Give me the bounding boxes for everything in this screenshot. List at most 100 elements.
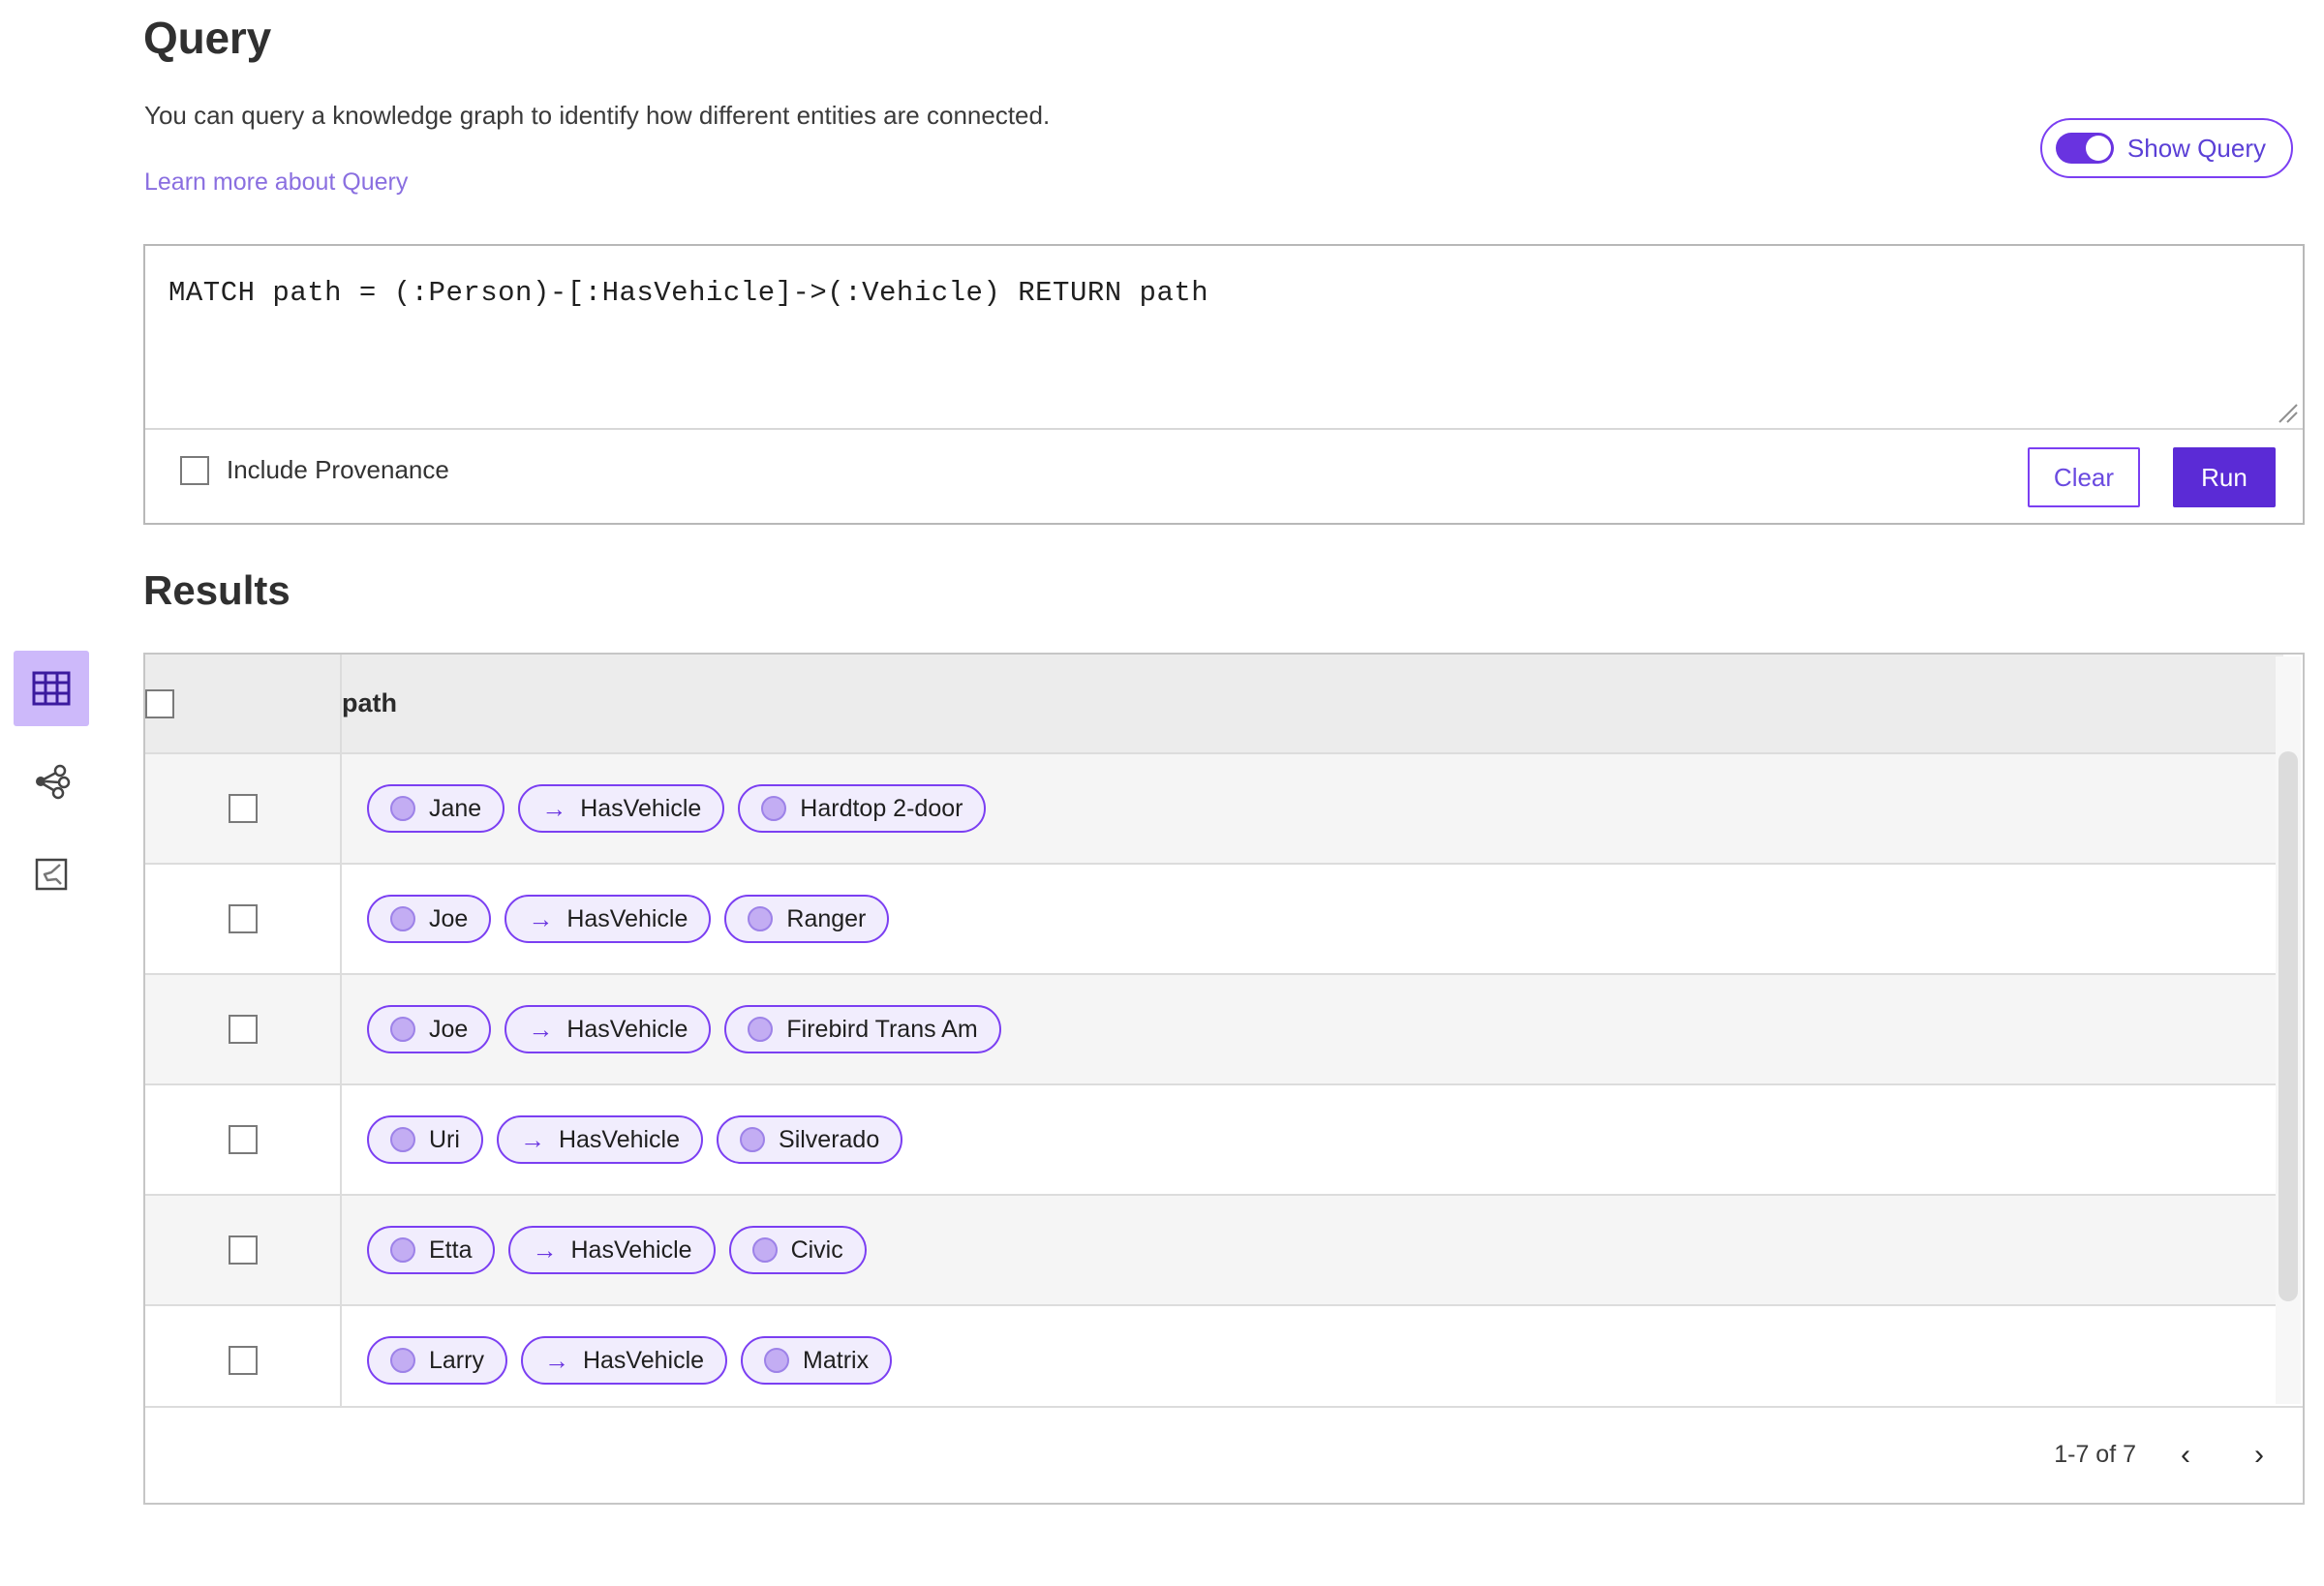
map-icon: [35, 858, 68, 891]
toggle-switch[interactable]: [2055, 133, 2114, 164]
show-query-toggle[interactable]: Show Query: [2039, 118, 2293, 178]
node-circle-icon: [748, 1017, 774, 1042]
table-row[interactable]: Joe → HasVehicle Ranger: [145, 864, 2283, 975]
node-circle-icon: [390, 906, 415, 931]
subject-node-chip-label: Joe: [429, 904, 469, 932]
table-row[interactable]: Joe → HasVehicle Firebird Trans Am: [145, 974, 2283, 1085]
sidebar-item-view-graph[interactable]: [14, 744, 89, 819]
path-cell: Larry → HasVehicle Matrix: [341, 1305, 2283, 1406]
show-query-label: Show Query: [2126, 133, 2266, 163]
query-editor-card: MATCH path = (:Person)-[:HasVehicle]->(:…: [143, 244, 2305, 525]
relationship-chip[interactable]: → HasVehicle: [505, 1005, 712, 1053]
relationship-chip[interactable]: → HasVehicle: [518, 784, 725, 833]
sidebar-item-view-map[interactable]: [14, 837, 89, 912]
node-circle-icon: [390, 1017, 415, 1042]
include-provenance-row[interactable]: Include Provenance: [180, 455, 449, 485]
row-checkbox[interactable]: [228, 1346, 258, 1375]
object-node-chip[interactable]: Ranger: [724, 895, 890, 943]
page-title: Query: [143, 13, 271, 63]
subject-node-chip-label: Uri: [429, 1125, 460, 1153]
node-circle-icon: [390, 796, 415, 821]
select-all-checkbox[interactable]: [145, 689, 174, 719]
previous-page-button[interactable]: ‹: [2159, 1429, 2212, 1481]
path-cell: Joe → HasVehicle Ranger: [341, 864, 2283, 975]
table-row[interactable]: Jane → HasVehicle Hardtop 2-door: [145, 753, 2283, 865]
select-all-header-cell: [145, 655, 342, 754]
relationship-chip[interactable]: → HasVehicle: [520, 1336, 728, 1385]
run-button[interactable]: Run: [2173, 447, 2276, 507]
table-row[interactable]: Larry → HasVehicle Matrix: [145, 1305, 2283, 1406]
query-page: Query You can query a knowledge graph to…: [0, 0, 2324, 1586]
subject-node-chip[interactable]: Joe: [367, 1005, 492, 1053]
subject-node-chip[interactable]: Etta: [367, 1226, 496, 1274]
object-node-chip-label: Firebird Trans Am: [786, 1015, 978, 1043]
row-checkbox[interactable]: [228, 1235, 258, 1265]
row-checkbox[interactable]: [228, 794, 258, 823]
subject-node-chip-label: Jane: [429, 794, 482, 822]
object-node-chip-label: Silverado: [779, 1125, 880, 1153]
query-input[interactable]: MATCH path = (:Person)-[:HasVehicle]->(:…: [145, 246, 2303, 430]
next-page-button[interactable]: ›: [2233, 1429, 2285, 1481]
resize-handle-icon[interactable]: [2274, 399, 2299, 424]
node-circle-icon: [740, 1127, 766, 1152]
subject-node-chip[interactable]: Jane: [367, 784, 505, 833]
row-select-cell: [145, 1195, 342, 1306]
table-icon: [32, 671, 71, 706]
relationship-chip[interactable]: → HasVehicle: [505, 895, 712, 943]
row-select-cell: [145, 974, 342, 1085]
row-checkbox[interactable]: [228, 1125, 258, 1154]
object-node-chip[interactable]: Firebird Trans Am: [724, 1005, 1001, 1053]
results-scrollbar[interactable]: [2276, 656, 2301, 1404]
row-checkbox[interactable]: [228, 904, 258, 933]
object-node-chip[interactable]: Hardtop 2-door: [738, 784, 987, 833]
query-text[interactable]: MATCH path = (:Person)-[:HasVehicle]->(:…: [168, 277, 2274, 309]
sidebar-item-view-table[interactable]: [14, 651, 89, 726]
subject-node-chip[interactable]: Uri: [367, 1115, 483, 1164]
arrow-right-icon: →: [528, 904, 554, 933]
subject-node-chip-label: Etta: [429, 1235, 473, 1264]
path-chip-group: Etta → HasVehicle Civic: [367, 1226, 2282, 1274]
results-title: Results: [143, 567, 290, 613]
relationship-chip[interactable]: → HasVehicle: [496, 1115, 704, 1164]
table-header-row: path: [145, 655, 2283, 754]
row-select-cell: [145, 753, 342, 865]
object-node-chip-label: Ranger: [786, 904, 867, 932]
column-header-path[interactable]: path: [341, 655, 2283, 754]
results-pagination-bar: 1-7 of 7 ‹ ›: [145, 1406, 2303, 1503]
relationship-chip-label: HasVehicle: [566, 904, 688, 932]
scrollbar-thumb[interactable]: [2278, 751, 2298, 1301]
path-chip-group: Joe → HasVehicle Ranger: [367, 895, 2282, 943]
clear-button[interactable]: Clear: [2028, 447, 2140, 507]
node-circle-icon: [751, 1237, 778, 1263]
arrow-right-icon: →: [519, 1125, 545, 1154]
learn-more-link[interactable]: Learn more about Query: [144, 168, 408, 197]
results-table: path Jane → HasVehicle Hardtop 2-door Joe → Ha…: [145, 655, 2283, 1406]
relationship-chip-label: HasVehicle: [566, 1015, 688, 1043]
subject-node-chip[interactable]: Joe: [367, 895, 492, 943]
object-node-chip[interactable]: Silverado: [717, 1115, 903, 1164]
relationship-chip-label: HasVehicle: [582, 1346, 705, 1374]
object-node-chip[interactable]: Civic: [728, 1226, 867, 1274]
subject-node-chip-label: Larry: [429, 1346, 484, 1374]
row-select-cell: [145, 1084, 342, 1196]
node-circle-icon: [390, 1237, 415, 1263]
node-circle-icon: [390, 1348, 415, 1373]
path-chip-group: Joe → HasVehicle Firebird Trans Am: [367, 1005, 2282, 1053]
query-actions-bar: Include Provenance Clear Run: [145, 430, 2303, 523]
toggle-knob: [2085, 136, 2111, 161]
relationship-chip-label: HasVehicle: [580, 794, 702, 822]
include-provenance-checkbox[interactable]: [180, 455, 209, 485]
row-checkbox[interactable]: [228, 1015, 258, 1044]
object-node-chip[interactable]: Matrix: [741, 1336, 893, 1385]
table-row[interactable]: Uri → HasVehicle Silverado: [145, 1084, 2283, 1196]
results-table-scroll[interactable]: path Jane → HasVehicle Hardtop 2-door Joe → Ha…: [145, 655, 2303, 1406]
table-row[interactable]: Etta → HasVehicle Civic: [145, 1195, 2283, 1306]
arrow-right-icon: →: [543, 1346, 569, 1375]
page-range-label: 1-7 of 7: [2054, 1441, 2136, 1468]
arrow-right-icon: →: [528, 1015, 554, 1044]
node-circle-icon: [761, 796, 787, 821]
relationship-chip[interactable]: → HasVehicle: [508, 1226, 716, 1274]
subject-node-chip[interactable]: Larry: [367, 1336, 507, 1385]
subject-node-chip-label: Joe: [429, 1015, 469, 1043]
object-node-chip-label: Hardtop 2-door: [800, 794, 963, 822]
